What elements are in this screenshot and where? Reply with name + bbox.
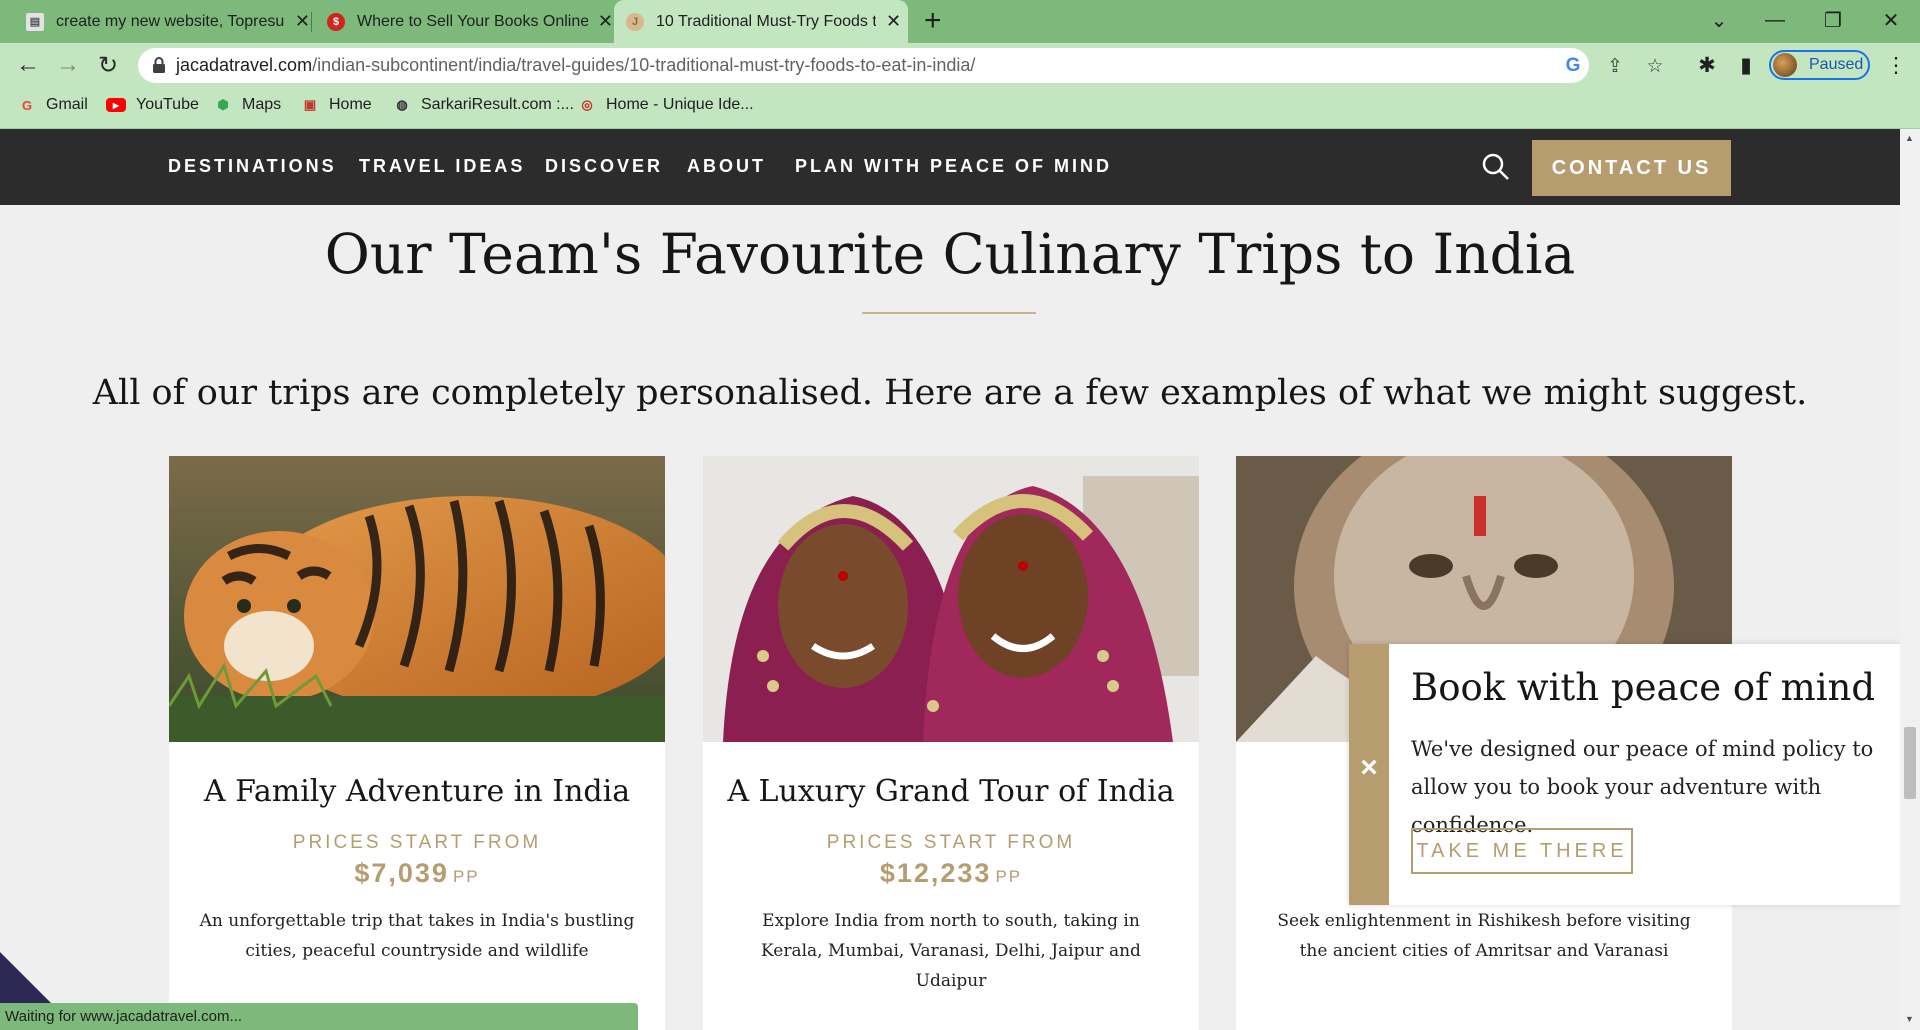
bookmark-label: Gmail — [46, 96, 88, 113]
dollar-icon: $ — [327, 12, 345, 31]
close-tab-icon[interactable]: ✕ — [886, 11, 901, 32]
card-description: Explore India from north to south, takin… — [761, 911, 1141, 991]
close-window-icon[interactable]: ✕ — [1868, 0, 1914, 40]
extensions-icon[interactable]: ✱ — [1693, 51, 1721, 79]
card-description: Seek enlightenment in Rishikesh before v… — [1277, 911, 1691, 961]
close-icon[interactable]: × — [1349, 748, 1389, 788]
maps-icon: ⬢ — [217, 97, 229, 112]
price-unit: PP — [452, 867, 480, 886]
price-amount: $12,233 — [879, 858, 992, 888]
bookmark-label: Home - Unique Ide... — [606, 96, 754, 113]
tab-divider — [311, 12, 312, 32]
new-tab-button[interactable]: + — [924, 4, 942, 38]
page-scrollbar[interactable]: ▲ ▼ — [1900, 129, 1920, 1030]
reload-icon[interactable]: ↻ — [92, 49, 124, 81]
contact-us-button[interactable]: CONTACT US — [1532, 140, 1731, 196]
spreadsheet-icon: ▤ — [26, 12, 44, 31]
browser-toolbar: ← → ↻ jacadatravel.com/indian-subcontine… — [0, 43, 1920, 88]
women-portrait-image[interactable] — [703, 456, 1199, 742]
section-heading: Our Team's Favourite Culinary Trips to I… — [324, 222, 1576, 286]
tab-title: 10 Traditional Must-Try Foods to — [656, 12, 876, 30]
search-icon[interactable] — [1480, 151, 1512, 183]
address-bar[interactable]: jacadatravel.com/indian-subcontinent/ind… — [138, 48, 1664, 83]
tab-search-icon[interactable]: ⌄ — [1696, 0, 1742, 40]
tab-title: Where to Sell Your Books Online: — [357, 12, 588, 30]
side-panel-icon[interactable]: ▮ — [1732, 51, 1760, 79]
tab-strip: ▤ create my new website, Topresult ✕ $ W… — [0, 0, 1920, 43]
peace-of-mind-popup: × Book with peace of mind We've designed… — [1349, 644, 1900, 905]
close-tab-icon[interactable]: ✕ — [598, 11, 613, 32]
scroll-down-icon[interactable]: ▼ — [1905, 1014, 1914, 1024]
nav-about[interactable]: ABOUT — [687, 156, 766, 177]
fingerprint-icon: ◎ — [581, 97, 593, 112]
popup-title: Book with peace of mind — [1411, 666, 1876, 709]
bookmark-sarkariresult[interactable]: ◍ SarkariResult.com :... — [393, 96, 574, 114]
price-unit: PP — [995, 867, 1023, 886]
tab-create-website[interactable]: ▤ create my new website, Topresult ✕ — [10, 0, 310, 43]
nav-discover[interactable]: DISCOVER — [545, 156, 663, 177]
price-amount: $7,039 — [354, 858, 449, 888]
bookmark-label: Home — [329, 96, 372, 113]
price-value: $7,039 PP — [169, 858, 665, 889]
price-label: PRICES START FROM — [826, 832, 1076, 853]
tiger-image[interactable] — [169, 456, 665, 742]
google-lens-icon[interactable]: G — [1562, 55, 1584, 77]
tab-traditional-foods[interactable]: J 10 Traditional Must-Try Foods to ✕ — [614, 0, 908, 43]
lock-icon — [153, 57, 165, 73]
heading-divider — [862, 312, 1036, 314]
card-title[interactable]: A Luxury Grand Tour of India — [703, 774, 1199, 809]
take-me-there-button[interactable]: TAKE ME THERE — [1411, 828, 1633, 874]
price-value: $12,233 PP — [703, 858, 1199, 889]
google-icon: G — [21, 97, 33, 113]
url-path: /indian-subcontinent/india/travel-guides… — [312, 55, 976, 75]
avatar — [1773, 53, 1797, 77]
popup-body: We've designed our peace of mind policy … — [1411, 737, 1874, 837]
tab-sell-books[interactable]: $ Where to Sell Your Books Online: ✕ — [313, 0, 613, 43]
youtube-icon: ▶ — [106, 98, 126, 112]
url-text: jacadatravel.com/indian-subcontinent/ind… — [176, 55, 975, 76]
home-icon: ▣ — [303, 97, 317, 112]
bookmark-star-icon[interactable]: ☆ — [1644, 55, 1666, 77]
page-viewport: DESTINATIONS TRAVEL IDEAS DISCOVER ABOUT… — [0, 129, 1900, 1030]
nav-destinations[interactable]: DESTINATIONS — [168, 156, 337, 177]
jacada-icon: J — [626, 12, 644, 31]
bookmark-gmail[interactable]: G Gmail — [18, 96, 88, 114]
scroll-up-icon[interactable]: ▲ — [1905, 133, 1914, 143]
bookmark-label: YouTube — [136, 96, 199, 113]
card-description: An unforgettable trip that takes in Indi… — [199, 911, 635, 961]
nav-plan-peace-of-mind[interactable]: PLAN WITH PEACE OF MIND — [795, 156, 1112, 177]
bookmark-label: SarkariResult.com :... — [421, 96, 574, 113]
card-title[interactable]: A Family Adventure in India — [169, 774, 665, 809]
trip-card-family-adventure[interactable]: A Family Adventure in India PRICES START… — [169, 456, 665, 1030]
corner-badge[interactable] — [0, 952, 54, 1006]
bookmark-home[interactable]: ▣ Home — [301, 96, 372, 114]
bookmark-youtube[interactable]: ▶ YouTube — [106, 96, 199, 114]
share-icon[interactable]: ⇪ — [1604, 55, 1626, 77]
bookmark-label: Maps — [242, 96, 282, 113]
profile-status: Paused — [1809, 56, 1864, 73]
menu-icon[interactable]: ⋮ — [1882, 51, 1910, 79]
tab-title: create my new website, Topresult — [56, 12, 285, 30]
globe-icon: ◍ — [396, 97, 408, 112]
scrollbar-thumb[interactable] — [1904, 727, 1916, 799]
forward-icon[interactable]: → — [52, 49, 84, 81]
bookmarks-bar: G Gmail ▶ YouTube ⬢ Maps ▣ Home ◍ Sarkar… — [0, 88, 1920, 129]
site-navigation: DESTINATIONS TRAVEL IDEAS DISCOVER ABOUT… — [0, 129, 1900, 205]
back-icon[interactable]: ← — [12, 49, 44, 81]
close-tab-icon[interactable]: ✕ — [295, 11, 310, 32]
minimize-icon[interactable]: — — [1752, 0, 1798, 40]
bookmark-unique-ideas[interactable]: ◎ Home - Unique Ide... — [578, 96, 754, 114]
nav-travel-ideas[interactable]: TRAVEL IDEAS — [359, 156, 525, 177]
url-domain: jacadatravel.com — [176, 55, 313, 75]
bookmark-maps[interactable]: ⬢ Maps — [214, 96, 281, 114]
section-subheading: All of our trips are completely personal… — [92, 373, 1808, 413]
profile-button[interactable]: Paused — [1769, 50, 1870, 80]
status-bar: Waiting for www.jacadatravel.com... — [0, 1003, 638, 1030]
restore-icon[interactable]: ❐ — [1810, 0, 1856, 40]
price-label: PRICES START FROM — [292, 832, 542, 853]
trip-card-luxury-grand-tour[interactable]: A Luxury Grand Tour of India PRICES STAR… — [703, 456, 1199, 1030]
